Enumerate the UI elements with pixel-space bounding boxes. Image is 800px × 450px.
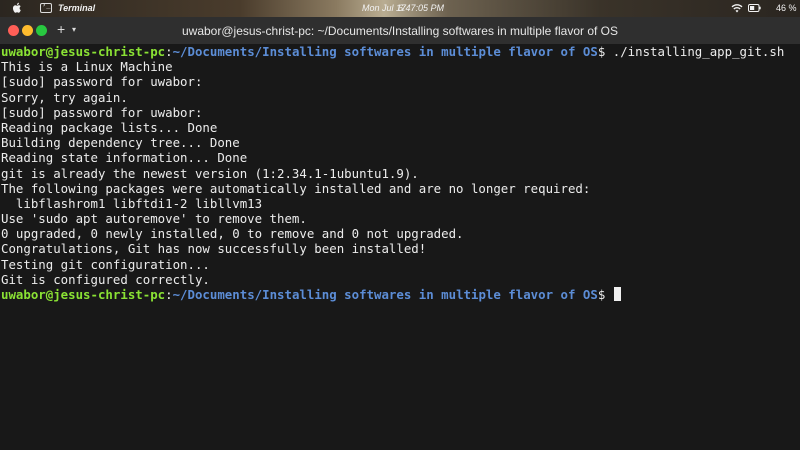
- battery-icon[interactable]: [748, 4, 761, 12]
- output-line: This is a Linux Machine: [1, 59, 173, 75]
- output-line: Reading package lists... Done: [1, 119, 218, 135]
- entered-command: ./installing_app_git.sh: [605, 44, 785, 59]
- window-title: uwabor@jesus-christ-pc: ~/Documents/Inst…: [181, 24, 619, 38]
- output-line: libflashrom1 libftdi1-2 libllvm13: [1, 195, 263, 211]
- output-line: [sudo] password for uwabor:: [1, 74, 203, 90]
- command-line: uwabor@jesus-christ-pc:~/Documents/Insta…: [0, 44, 800, 59]
- output-line: Reading state information... Done: [1, 150, 248, 166]
- text-cursor: [613, 287, 621, 301]
- terminal-app-icon: [40, 1, 52, 13]
- active-prompt-line[interactable]: uwabor@jesus-christ-pc:~/Documents/Insta…: [0, 287, 800, 302]
- wifi-icon[interactable]: [731, 3, 743, 13]
- terminal-title-bar[interactable]: + ▾ uwabor@jesus-christ-pc: ~/Documents/…: [0, 17, 800, 45]
- output-line: Testing git configuration...: [1, 256, 210, 272]
- menubar-time[interactable]: 6:47:05 PM: [398, 3, 444, 13]
- system-menu-bar: Terminal Mon Jul 17 6:47:05 PM 46 %: [0, 0, 800, 17]
- output-line: Congratulations, Git has now successfull…: [1, 241, 427, 257]
- output-line: Sorry, try again.: [1, 89, 128, 105]
- output-line: Use 'sudo apt autoremove' to remove them…: [1, 211, 307, 227]
- prompt-user-host: uwabor@jesus-christ-pc: [1, 287, 166, 302]
- prompt-path: ~/Documents/Installing softwares in mult…: [172, 287, 598, 302]
- output-line: Git is configured correctly.: [1, 271, 210, 287]
- output-line: [sudo] password for uwabor:: [1, 104, 203, 120]
- prompt-user-host: uwabor@jesus-christ-pc: [1, 44, 166, 59]
- prompt-colon: :: [165, 44, 173, 59]
- prompt-path: ~/Documents/Installing softwares in mult…: [172, 44, 598, 59]
- prompt-symbol: $: [597, 287, 606, 302]
- active-app-name[interactable]: Terminal: [58, 3, 95, 13]
- output-line: git is already the newest version (1:2.3…: [1, 165, 419, 181]
- apple-icon[interactable]: [12, 2, 22, 14]
- battery-percentage: 46 %: [776, 3, 797, 13]
- terminal-output-area[interactable]: uwabor@jesus-christ-pc:~/Documents/Insta…: [0, 44, 800, 450]
- output-line: The following packages were automaticall…: [1, 180, 591, 196]
- output-line: Building dependency tree... Done: [1, 135, 240, 151]
- prompt-colon: :: [165, 287, 173, 302]
- output-line: 0 upgraded, 0 newly installed, 0 to remo…: [1, 226, 464, 242]
